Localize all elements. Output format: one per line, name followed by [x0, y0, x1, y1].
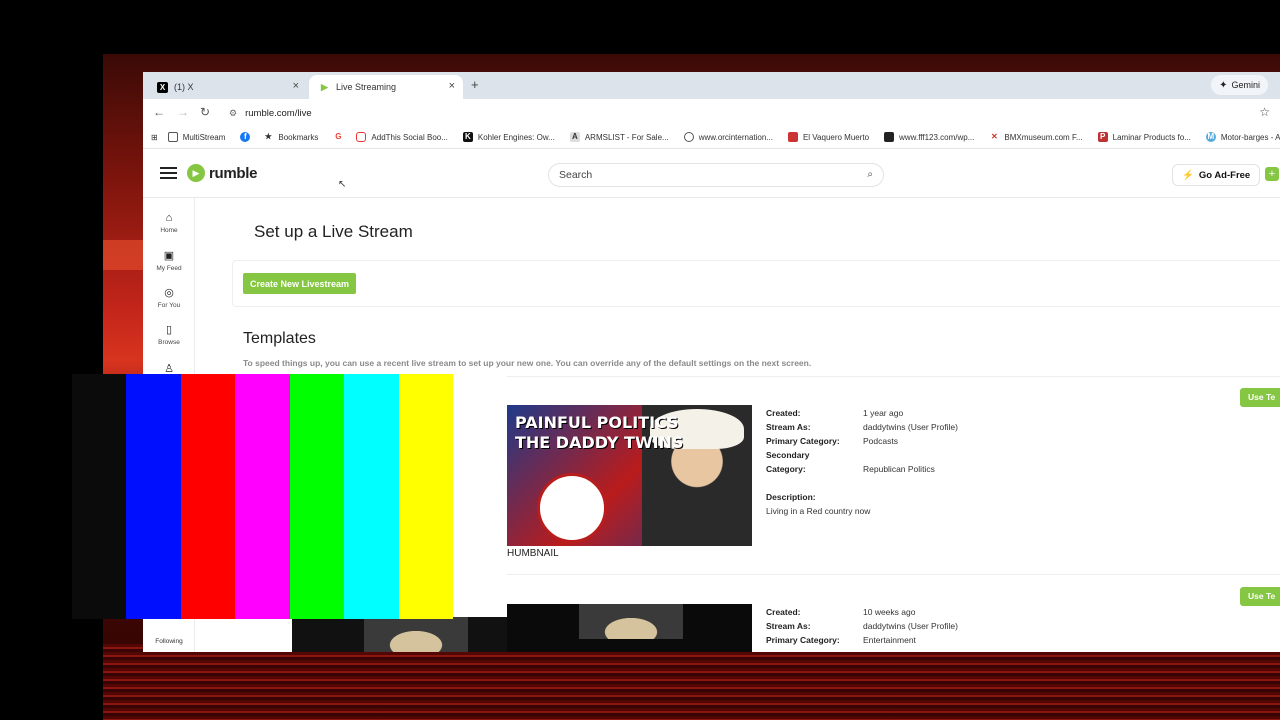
bookmark-item[interactable]: El Vaquero Muerto	[787, 132, 869, 142]
sidebar-item-for-you[interactable]: ◎ For You	[143, 286, 195, 309]
search-icon[interactable]: ⌕	[867, 169, 873, 180]
template-thumbnail[interactable]: PAINFUL POLITICS THE DADDY TWINS	[507, 405, 752, 546]
back-arrow-icon[interactable]: ←	[153, 105, 165, 119]
tab-strip: X (1) X × ▶ Live Streaming × + ✦ Gemini	[143, 72, 1280, 99]
template-details: Created: 10 weeks ago Stream As: daddytwin…	[766, 607, 958, 645]
site-info-icon[interactable]: ⚙	[229, 108, 237, 119]
gemini-label: Gemini	[1231, 80, 1260, 90]
background-glare	[103, 240, 143, 270]
bookmark-item[interactable]: MultiStream	[167, 132, 225, 142]
motor-barges-icon: M	[1205, 132, 1216, 142]
bookmark-item[interactable]: K Kohler Engines: Ow...	[462, 132, 555, 142]
upload-plus-button[interactable]: +	[1265, 167, 1279, 181]
page-title: Set up a Live Stream	[254, 222, 413, 241]
laminar-icon: P	[1097, 132, 1108, 142]
new-tab-button[interactable]: +	[471, 77, 479, 92]
address-bar[interactable]: ⚙ rumble.com/live	[221, 102, 1271, 124]
create-new-livestream-button[interactable]: Create New Livestream	[243, 273, 357, 294]
kohler-icon: K	[462, 132, 473, 142]
hamburger-menu-icon[interactable]	[160, 167, 177, 180]
home-icon: ⌂	[165, 212, 173, 224]
x-logo-icon: X	[157, 81, 168, 93]
color-bar	[235, 374, 290, 619]
sidebar-item-following[interactable]: Following	[143, 638, 195, 645]
sidebar-item-browse[interactable]: ▯ Browse	[143, 323, 195, 346]
facebook-icon[interactable]: f	[240, 132, 255, 142]
color-bar	[126, 374, 181, 619]
armslist-icon: A	[569, 132, 580, 142]
use-template-button[interactable]: Use Te	[1240, 388, 1280, 407]
bookmark-item[interactable]: P Laminar Products fo...	[1097, 132, 1191, 142]
gemini-button[interactable]: ✦ Gemini	[1211, 75, 1268, 95]
star-icon: ★	[264, 132, 272, 141]
url-text: rumble.com/live	[245, 107, 312, 119]
close-icon[interactable]: ×	[293, 80, 299, 92]
feed-icon: ▣	[163, 250, 175, 262]
color-bar	[344, 374, 399, 619]
bookmark-item[interactable]: www.orcinternation...	[683, 132, 773, 142]
color-bar	[289, 374, 345, 619]
eagle-badge	[537, 473, 607, 543]
reload-icon[interactable]: ↻	[200, 105, 210, 119]
folder-icon	[167, 132, 178, 142]
close-icon[interactable]: ×	[449, 80, 455, 92]
templates-description: To speed things up, you can use a recent…	[243, 358, 812, 368]
use-template-button[interactable]: Use Te	[1240, 587, 1280, 606]
rumble-logo[interactable]: ▶ rumble	[187, 164, 258, 182]
apps-grid-icon[interactable]: ⊞	[151, 133, 158, 142]
divider	[507, 376, 1280, 377]
color-bar	[180, 374, 236, 619]
search-input[interactable]: Search ⌕	[548, 163, 884, 187]
thumbnail-label: HUMBNAIL	[507, 548, 559, 559]
bookmark-item[interactable]: ✕ BMXmuseum.com F...	[989, 132, 1083, 142]
browser-toolbar: ← → ↻ ⚙ rumble.com/live ☆	[143, 99, 1280, 126]
tab-label: (1) X	[174, 82, 194, 92]
tab-live-streaming[interactable]: ▶ Live Streaming ×	[309, 75, 463, 99]
bookmark-item[interactable]: MMotor-barges - ALL...	[1205, 132, 1280, 142]
google-icon[interactable]: G	[333, 132, 348, 142]
browse-icon: ▯	[165, 324, 173, 336]
bookmark-star-icon[interactable]: ☆	[1259, 105, 1270, 119]
target-icon: ◎	[164, 287, 174, 299]
bookmark-item[interactable]: A ARMSLIST - For Sale...	[569, 132, 669, 142]
color-bars-overlay	[72, 374, 453, 619]
thumbnail-title: PAINFUL POLITICS THE DADDY TWINS	[515, 413, 684, 452]
addthis-icon	[356, 132, 367, 142]
lightning-icon: ⚡	[1182, 169, 1194, 181]
bookmarks-bar: ⊞ MultiStream f ★ Bookmarks G AddThis Soc…	[143, 126, 1280, 149]
bookmark-item[interactable]: www.fff123.com/wp...	[884, 132, 974, 142]
go-ad-free-button[interactable]: ⚡ Go Ad-Free	[1172, 164, 1261, 186]
screen: X (1) X × ▶ Live Streaming × + ✦ Gemini …	[0, 0, 1280, 720]
template-thumbnail[interactable]	[507, 604, 752, 652]
bookmark-item[interactable]: AddThis Social Boo...	[356, 132, 448, 142]
search-placeholder: Search	[559, 169, 593, 181]
bookmark-item[interactable]: ★ Bookmarks	[263, 132, 319, 142]
create-panel: Create New Livestream	[232, 260, 1280, 307]
wordpress-icon	[884, 132, 895, 142]
video-preview	[292, 617, 542, 652]
site-header: ▶ rumble Search ⌕ ⚡ Go Ad-Free +	[143, 149, 1280, 198]
sidebar-item-my-feed[interactable]: ▣ My Feed	[143, 249, 195, 272]
forward-arrow-icon[interactable]: →	[177, 105, 189, 119]
vaquero-icon	[787, 132, 798, 142]
sparkle-icon: ✦	[1219, 79, 1228, 91]
template-details: Created: 1 year ago Stream As: daddytwins …	[766, 408, 958, 516]
tab-label: Live Streaming	[336, 82, 397, 92]
bmx-icon: ✕	[991, 132, 998, 141]
rumble-play-icon: ▶	[187, 164, 205, 182]
mouse-cursor-icon: ↖	[338, 179, 347, 190]
tab-x[interactable]: X (1) X ×	[147, 75, 307, 99]
color-bar	[72, 374, 127, 619]
templates-heading: Templates	[243, 330, 316, 347]
globe-icon	[683, 132, 694, 142]
rumble-favicon-icon: ▶	[321, 81, 328, 92]
sidebar-item-home[interactable]: ⌂ Home	[143, 212, 195, 234]
divider	[507, 574, 1280, 575]
color-bar	[398, 374, 453, 619]
